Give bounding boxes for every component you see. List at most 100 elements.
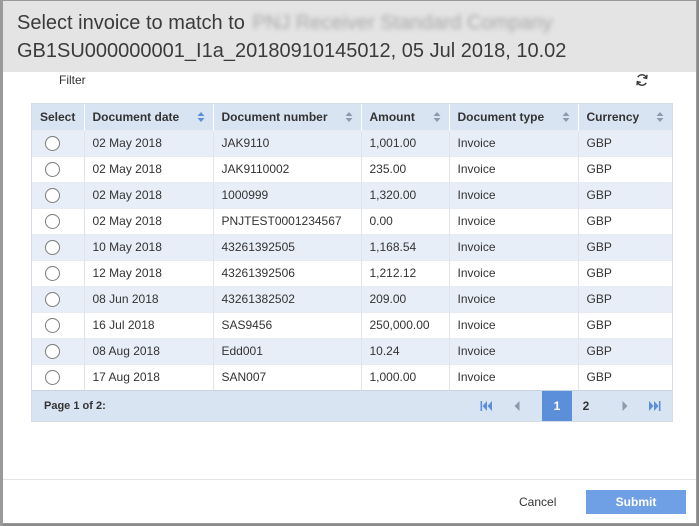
amount-cell: 1,320.00 [361, 181, 450, 208]
select-radio[interactable] [45, 317, 60, 333]
column-header-document-date[interactable]: Document date [84, 104, 214, 130]
currency-cell: GBP [578, 363, 672, 390]
table-header-row: Select Document date Document number Amo… [32, 104, 672, 130]
document-number-cell: JAK9110002 [213, 155, 362, 182]
select-cell [32, 233, 85, 260]
amount-cell: 250,000.00 [361, 311, 450, 338]
select-radio[interactable] [45, 187, 60, 203]
column-header-label: Document type [457, 109, 545, 124]
dialog-title-prefix: Select invoice to match to [17, 12, 245, 34]
document-date-cell: 12 May 2018 [84, 259, 214, 286]
refresh-button[interactable] [634, 72, 650, 88]
document-number-cell: 43261392506 [213, 259, 362, 286]
table-row[interactable]: 02 May 2018 PNJTEST0001234567 0.00 Invoi… [32, 207, 672, 234]
document-date-cell: 02 May 2018 [84, 207, 214, 234]
select-cell [32, 363, 85, 390]
dialog-header: Select invoice to match to PNJ Receiver … [3, 1, 696, 72]
last-page-icon [649, 401, 661, 411]
table-row[interactable]: 17 Aug 2018 SAN007 1,000.00 Invoice GBP [32, 363, 672, 390]
select-radio[interactable] [45, 265, 60, 281]
table-row[interactable]: 02 May 2018 1000999 1,320.00 Invoice GBP [32, 181, 672, 208]
table-row[interactable]: 08 Jun 2018 43261382502 209.00 Invoice G… [32, 285, 672, 312]
document-type-cell: Invoice [449, 259, 579, 286]
refresh-icon [636, 74, 648, 86]
page-button-1[interactable]: 1 [542, 391, 572, 421]
next-page-button[interactable] [617, 398, 633, 414]
document-type-cell: Invoice [449, 181, 579, 208]
document-type-cell: Invoice [449, 155, 579, 182]
document-date-cell: 02 May 2018 [84, 129, 214, 156]
table-row[interactable]: 10 May 2018 43261392505 1,168.54 Invoice… [32, 233, 672, 260]
dialog-title-reference: GB1SU000000001_I1a_20180910145012, 05 Ju… [17, 40, 567, 62]
select-radio[interactable] [45, 161, 60, 177]
document-type-cell: Invoice [449, 311, 579, 338]
currency-cell: GBP [578, 181, 672, 208]
table-row[interactable]: 02 May 2018 JAK9110 1,001.00 Invoice GBP [32, 129, 672, 156]
invoice-table: Select Document date Document number Amo… [32, 104, 672, 390]
previous-page-button[interactable] [509, 398, 525, 414]
sort-icon [562, 111, 569, 122]
select-radio[interactable] [45, 291, 60, 307]
document-number-cell: 43261382502 [213, 285, 362, 312]
document-type-cell: Invoice [449, 363, 579, 390]
document-type-cell: Invoice [449, 129, 579, 156]
select-cell [32, 155, 85, 182]
select-cell [32, 129, 85, 156]
amount-cell: 209.00 [361, 285, 450, 312]
grid-toolbar: Filter [3, 72, 696, 100]
currency-cell: GBP [578, 311, 672, 338]
select-radio[interactable] [45, 135, 60, 151]
sort-icon [345, 111, 352, 122]
table-row[interactable]: 08 Aug 2018 Edd001 10.24 Invoice GBP [32, 337, 672, 364]
document-date-cell: 17 Aug 2018 [84, 363, 214, 390]
document-number-cell: SAS9456 [213, 311, 362, 338]
select-cell [32, 259, 85, 286]
select-invoice-dialog: Select invoice to match to PNJ Receiver … [2, 0, 697, 524]
document-date-cell: 16 Jul 2018 [84, 311, 214, 338]
first-page-button[interactable] [479, 398, 495, 414]
document-type-cell: Invoice [449, 233, 579, 260]
document-date-cell: 02 May 2018 [84, 155, 214, 182]
last-page-button[interactable] [646, 398, 662, 414]
amount-cell: 0.00 [361, 207, 450, 234]
page-button-2[interactable]: 2 [571, 391, 601, 421]
select-radio[interactable] [45, 213, 60, 229]
pagination-bar: Page 1 of 2: 1 2 [32, 390, 672, 421]
amount-cell: 235.00 [361, 155, 450, 182]
column-header-label: Document number [221, 109, 328, 124]
cancel-button[interactable]: Cancel [511, 491, 564, 513]
amount-cell: 1,168.54 [361, 233, 450, 260]
document-date-cell: 08 Aug 2018 [84, 337, 214, 364]
submit-button[interactable]: Submit [586, 490, 686, 514]
select-cell [32, 311, 85, 338]
table-row[interactable]: 16 Jul 2018 SAS9456 250,000.00 Invoice G… [32, 311, 672, 338]
select-cell [32, 207, 85, 234]
select-cell [32, 337, 85, 364]
document-date-cell: 02 May 2018 [84, 181, 214, 208]
column-header-document-number[interactable]: Document number [213, 104, 362, 130]
dialog-footer: Cancel Submit [3, 479, 696, 525]
table-row[interactable]: 12 May 2018 43261392506 1,212.12 Invoice… [32, 259, 672, 286]
filter-button[interactable]: Filter [59, 72, 86, 88]
amount-cell: 1,001.00 [361, 129, 450, 156]
table-row[interactable]: 02 May 2018 JAK9110002 235.00 Invoice GB… [32, 155, 672, 182]
column-header-label: Amount [369, 109, 415, 124]
select-radio[interactable] [45, 343, 60, 359]
document-number-cell: Edd001 [213, 337, 362, 364]
currency-cell: GBP [578, 155, 672, 182]
select-radio[interactable] [45, 239, 60, 255]
column-header-amount[interactable]: Amount [361, 104, 450, 130]
document-date-cell: 10 May 2018 [84, 233, 214, 260]
column-header-label: Currency [586, 109, 640, 124]
currency-cell: GBP [578, 337, 672, 364]
document-number-cell: PNJTEST0001234567 [213, 207, 362, 234]
currency-cell: GBP [578, 285, 672, 312]
select-cell [32, 181, 85, 208]
currency-cell: GBP [578, 207, 672, 234]
sort-icon [197, 111, 204, 122]
column-header-document-type[interactable]: Document type [449, 104, 579, 130]
select-radio[interactable] [45, 369, 60, 385]
invoice-grid: Select Document date Document number Amo… [31, 103, 673, 422]
dialog-title: Select invoice to match to PNJ Receiver … [17, 9, 696, 37]
column-header-currency[interactable]: Currency [578, 104, 672, 130]
